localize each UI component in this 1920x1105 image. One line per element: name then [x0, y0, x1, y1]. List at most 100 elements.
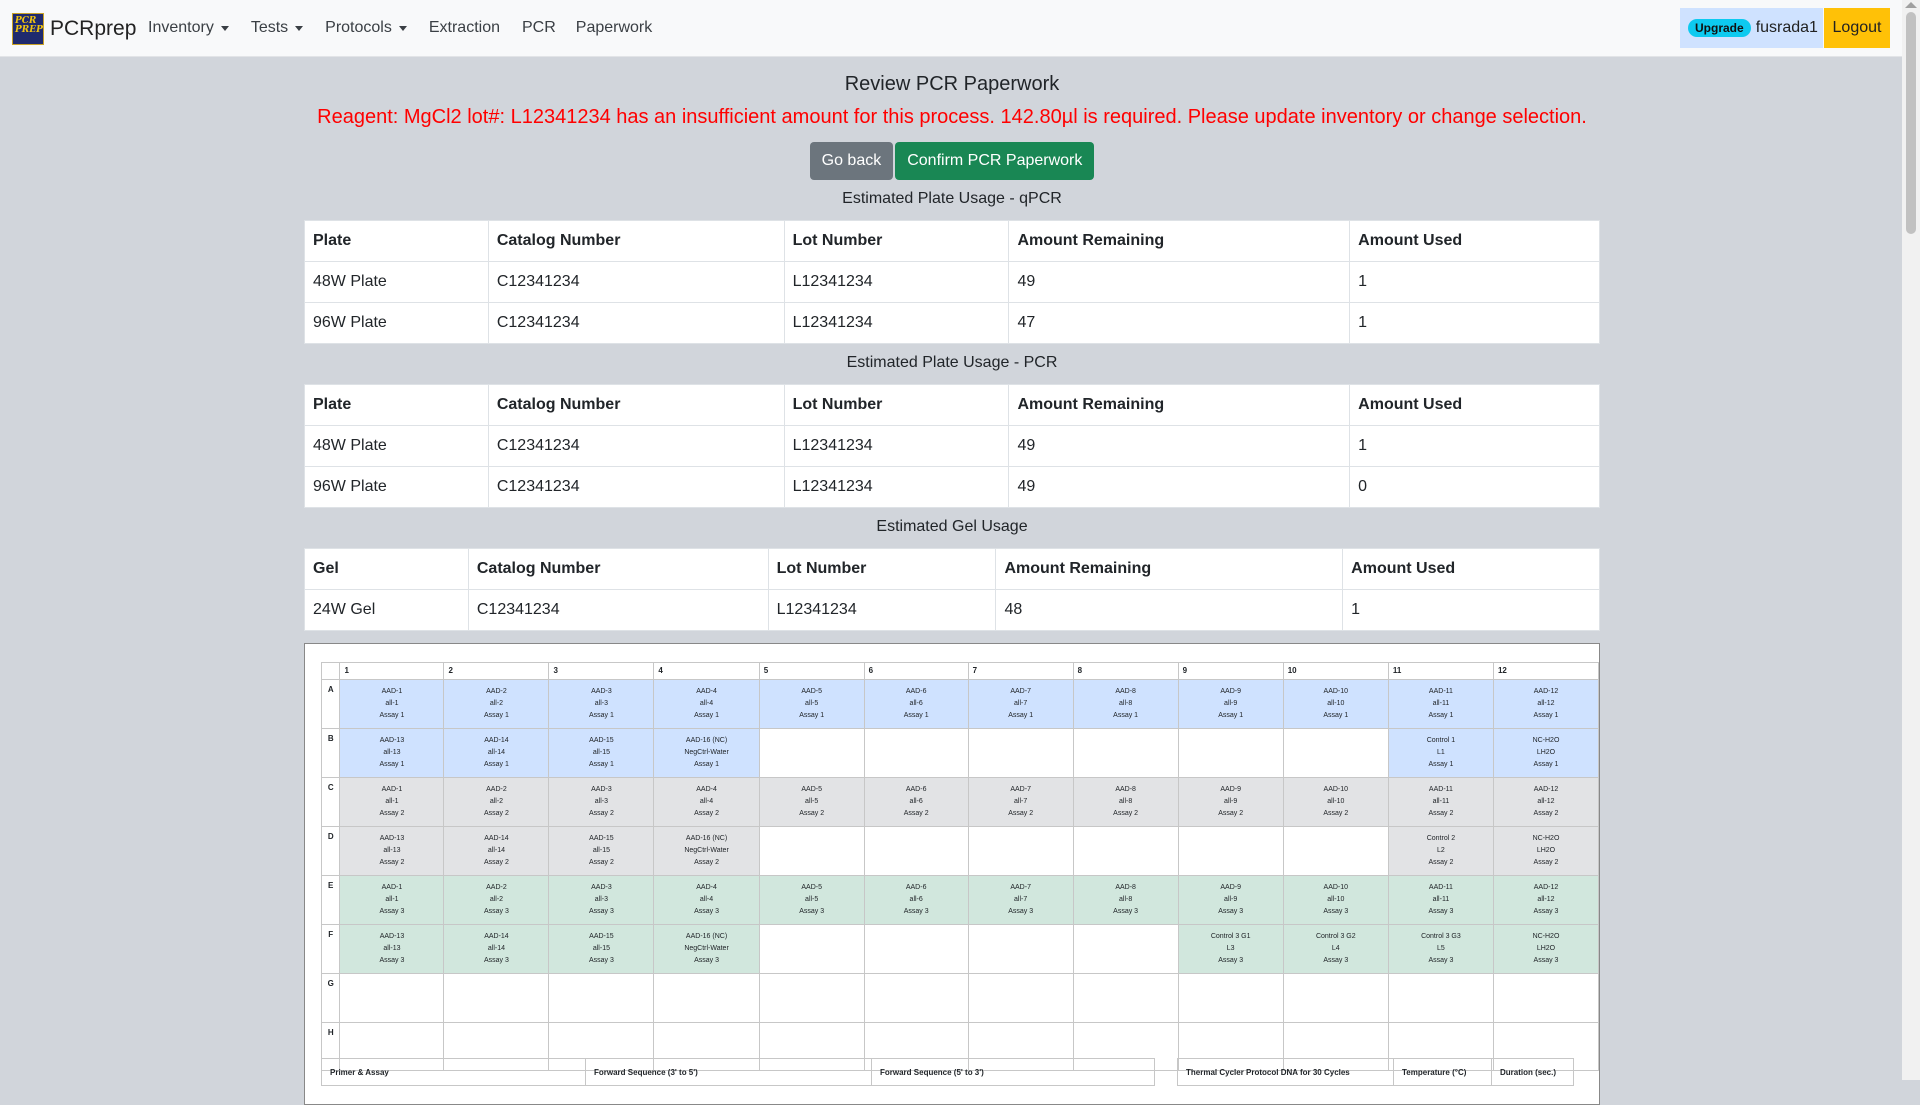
- well-text-line: Assay 3: [1428, 957, 1454, 964]
- well-text-line: Assay 3: [484, 957, 509, 964]
- plate-well: [758, 728, 865, 778]
- well-text-line: AAD-1: [381, 884, 403, 891]
- error-message: Reagent: MgCl2 lot#: L12341234 has an in…: [317, 106, 1587, 128]
- go-back-button[interactable]: Go back: [809, 142, 894, 180]
- well-text-line: AAD-4: [696, 786, 717, 793]
- plate-well: AAD-16 (NC) NegCtrl-Water Assay 2: [653, 826, 760, 876]
- table-header-cell: Lot Number: [783, 384, 1010, 426]
- well-text-line: all-7: [1014, 700, 1028, 707]
- table-header-cell: Duration (sec.): [1491, 1058, 1574, 1086]
- plate-well: NC-H2O LH2O Assay 1: [1492, 728, 1600, 778]
- table-cell: 96W Plate: [304, 466, 489, 508]
- plate-well: AAD-13 all-13 Assay 1: [339, 728, 445, 778]
- user-menu[interactable]: Upgrade fusrada1: [1680, 8, 1823, 48]
- well-text-line: AAD-9: [1220, 688, 1241, 695]
- plate-column-label: 12: [1492, 662, 1600, 680]
- well-text-line: all-11: [1432, 700, 1450, 707]
- plate-well: AAD-11 all-11 Assay 3: [1387, 875, 1494, 925]
- table-header-cell: Amount Remaining: [995, 548, 1344, 590]
- table-header-cell: Gel: [304, 548, 469, 590]
- plate-well: Control 2 L2 Assay 2: [1387, 826, 1494, 876]
- table-cell: C12341234: [487, 425, 785, 467]
- plate-well: AAD-8 all-8 Assay 2: [1072, 777, 1179, 827]
- plate-well: [548, 973, 655, 1023]
- nav-item-extraction[interactable]: Extraction: [429, 19, 500, 37]
- plate-row-label: A: [320, 679, 341, 729]
- well-text-line: AAD-9: [1220, 786, 1241, 793]
- table-cell: 24W Gel: [304, 589, 469, 631]
- well-text-line: AAD-7: [1010, 786, 1031, 793]
- table-header-cell: Amount Remaining: [1008, 384, 1351, 426]
- nav-item-paperwork[interactable]: Paperwork: [576, 19, 652, 37]
- plate-well: AAD-14 all-14 Assay 1: [443, 728, 550, 778]
- well-text-line: Assay 2: [1218, 810, 1244, 817]
- plate-well: [1492, 973, 1600, 1023]
- plate-well: [967, 973, 1074, 1023]
- scroll-up-arrow-icon[interactable]: [1905, 2, 1917, 8]
- well-text-line: AAD-15: [589, 737, 614, 744]
- plate-well: AAD-15 all-15 Assay 2: [548, 826, 655, 876]
- well-text-line: AAD-7: [1010, 688, 1031, 695]
- well-text-line: Assay 3: [1323, 957, 1349, 964]
- well-text-line: AAD-14: [484, 737, 509, 744]
- plate-well: [863, 826, 969, 876]
- well-text-line: AAD-14: [484, 933, 509, 940]
- well-text-line: Assay 2: [484, 810, 509, 817]
- plate-well: AAD-9 all-9 Assay 2: [1177, 777, 1284, 827]
- table-cell: 96W Plate: [304, 302, 489, 344]
- gel-usage-table: Gel Catalog Number Lot Number Amount Rem…: [304, 548, 1600, 631]
- gel-usage-title: Estimated Gel Usage: [876, 518, 1028, 535]
- nav-item-label: Tests: [250, 19, 289, 36]
- navbar: PCR PREP PCRprep Inventory Tests Protoco…: [0, 0, 1902, 57]
- plate-well: AAD-1 all-1 Assay 1: [339, 679, 445, 729]
- table-header-cell: Amount Used: [1342, 548, 1600, 590]
- nav-item-protocols[interactable]: Protocols: [325, 19, 407, 37]
- plate-well: [967, 728, 1074, 778]
- table-cell: L12341234: [783, 425, 1010, 467]
- well-text-line: Control 3 G2: [1315, 933, 1356, 940]
- table-header-cell: Forward Sequence (5' to 3'): [871, 1058, 1155, 1086]
- nav-item-inventory[interactable]: Inventory: [148, 19, 229, 37]
- well-text-line: L3: [1226, 945, 1235, 952]
- table-header-cell: Catalog Number: [467, 548, 769, 590]
- plate-row-label: E: [320, 875, 341, 925]
- well-text-line: AAD-8: [1115, 884, 1136, 891]
- nav-item-label: PCR: [522, 19, 556, 36]
- plate-row: G: [320, 973, 1600, 1023]
- well-text-line: Assay 3: [588, 908, 614, 915]
- well-text-line: Assay 2: [1008, 810, 1034, 817]
- plate-well: [339, 973, 445, 1023]
- upgrade-badge[interactable]: Upgrade: [1688, 19, 1751, 37]
- well-text-line: Assay 1: [799, 712, 825, 719]
- well-text-line: Assay 1: [1008, 712, 1034, 719]
- plate-column-label: 1: [339, 662, 445, 680]
- well-text-line: Assay 2: [1428, 859, 1454, 866]
- plate-row: F AAD-13 all-13 Assay 3 AAD-14 all-14 Assay 3A…: [320, 924, 1600, 974]
- confirm-paperwork-button[interactable]: Confirm PCR Paperwork: [895, 142, 1095, 180]
- table-header-row: Thermal Cycler Protocol DNA for 30 Cycle…: [1177, 1058, 1574, 1086]
- well-text-line: AAD-6: [905, 786, 927, 793]
- table-header-row: Plate Catalog Number Lot Number Amount R…: [304, 384, 1600, 426]
- primer-table: Primer & Assay Forward Sequence (3' to 5…: [321, 1058, 1155, 1086]
- well-text-line: AAD-16 (NC): [685, 737, 728, 744]
- brand-link[interactable]: PCR PREP PCRprep: [12, 13, 136, 45]
- nav-item-tests[interactable]: Tests: [250, 19, 304, 37]
- table-cell: L12341234: [783, 302, 1010, 344]
- well-text-line: AAD-3: [591, 688, 612, 695]
- well-text-line: AAD-5: [801, 688, 822, 695]
- plate-column-header-row: 1 2 3 4 5 6 7 8 9 10 11 12: [320, 662, 1600, 680]
- logo-text: PCR PREP: [15, 16, 43, 35]
- nav-item-pcr[interactable]: PCR: [522, 19, 556, 37]
- well-text-line: AAD-4: [696, 884, 717, 891]
- brand-name: PCRprep: [50, 17, 137, 40]
- well-text-line: all-2: [489, 798, 504, 805]
- table-header-cell: Amount Remaining: [1008, 220, 1351, 262]
- well-text-line: AAD-14: [484, 835, 509, 842]
- plate-row: B AAD-13 all-13 Assay 1 AAD-14 all-14 Assay 1A…: [320, 728, 1600, 778]
- logout-button[interactable]: Logout: [1824, 8, 1890, 48]
- plate-well: AAD-13 all-13 Assay 2: [339, 826, 445, 876]
- well-text-line: Assay 1: [484, 712, 509, 719]
- plate-well: AAD-16 (NC) NegCtrl-Water Assay 1: [653, 728, 760, 778]
- scrollbar-thumb[interactable]: [1906, 12, 1916, 234]
- plate-row: A AAD-1 all-1 Assay 1 AAD-2 all-2 Assay 1 AAD-3…: [320, 679, 1600, 729]
